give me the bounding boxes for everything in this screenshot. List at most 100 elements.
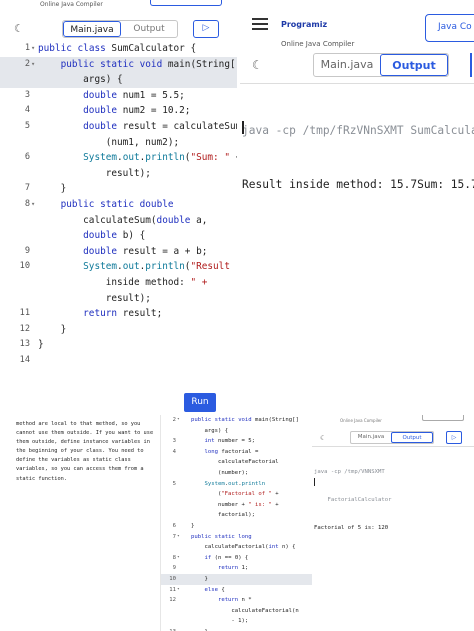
code-text[interactable]: return 1; (191, 563, 248, 574)
code-text[interactable]: factorial); (191, 510, 255, 521)
code-text[interactable]: } (191, 521, 194, 532)
tab-output[interactable]: Output (380, 54, 448, 76)
code-line[interactable]: factorial); (161, 510, 312, 521)
code-line[interactable]: 7 } (0, 181, 237, 197)
run-button[interactable]: Run (184, 393, 216, 412)
code-text[interactable]: } (38, 322, 67, 338)
code-line[interactable]: 2▾ public static void main(String[] (0, 56, 237, 73)
theme-toggle-icon[interactable]: ☾ (320, 434, 326, 442)
code-line[interactable]: 5 double result = calculateSum (0, 119, 237, 135)
code-text[interactable]: double result = calculateSum (38, 119, 237, 135)
code-line[interactable]: 10 } (161, 573, 312, 585)
code-line[interactable]: 13 } (161, 627, 312, 631)
code-text[interactable]: double num1 = 5.5; (38, 88, 185, 104)
code-text[interactable]: args) { (191, 426, 228, 437)
code-line[interactable]: result); (0, 166, 237, 182)
code-text[interactable]: } (191, 574, 207, 585)
code-line[interactable]: 8 ▾ if (n == 0) { (161, 553, 312, 564)
code-line[interactable]: 8 ▾ public static double (0, 197, 237, 213)
code-text[interactable]: calculateFactorial(int n) { (191, 542, 295, 553)
hamburger-menu-icon[interactable] (252, 18, 268, 30)
code-line[interactable]: 4 long factorial = (161, 447, 312, 458)
code-text[interactable]: calculateFactorial(n (191, 606, 298, 617)
code-text[interactable]: result); (38, 166, 151, 182)
code-line[interactable]: 11 ▾ else { (161, 585, 312, 596)
code-line[interactable]: number + " is: " + (161, 500, 312, 511)
code-text[interactable]: calculateFactorial (191, 457, 279, 468)
code-line[interactable]: 6} (161, 521, 312, 532)
fold-arrow-icon[interactable]: ▾ (177, 415, 180, 426)
code-text[interactable]: } (38, 337, 44, 353)
fold-arrow-icon[interactable]: ▾ (177, 553, 180, 564)
code-text[interactable]: double b) { (38, 228, 145, 244)
code-line[interactable]: result); (0, 291, 237, 307)
code-line[interactable]: 7 ▾ public static long (161, 532, 312, 543)
code-line[interactable]: calculateFactorial (161, 457, 312, 468)
code-text[interactable]: } (191, 627, 207, 631)
code-line[interactable]: (number); (161, 468, 312, 479)
code-text[interactable]: calculateSum(double a, (38, 213, 207, 229)
code-line[interactable]: 13} (0, 337, 237, 353)
language-button[interactable]: Java Co (425, 14, 474, 42)
code-text[interactable]: } (38, 181, 67, 197)
code-line[interactable]: 9 return 1; (161, 563, 312, 574)
tab-main-java[interactable]: Main.java (314, 54, 380, 76)
code-line[interactable]: 2 ▾ public static void main(String[] (161, 415, 312, 426)
code-line[interactable]: 4 double num2 = 10.2; (0, 103, 237, 119)
code-line[interactable]: calculateFactorial(n (161, 606, 312, 617)
code-text[interactable]: - 1); (191, 616, 248, 627)
fold-arrow-icon[interactable]: ▾ (31, 41, 35, 57)
code-text[interactable]: args) { (38, 72, 123, 88)
code-text[interactable]: result); (38, 291, 151, 307)
code-text[interactable]: public static double (38, 197, 174, 213)
fold-arrow-icon[interactable]: ▾ (177, 532, 180, 543)
code-text[interactable]: return result; (38, 306, 162, 322)
code-text[interactable]: public class SumCalculator { (38, 41, 196, 57)
code-text[interactable]: if (n == 0) { (191, 553, 248, 564)
fold-arrow-icon[interactable]: ▾ (177, 585, 180, 596)
code-text[interactable]: double result = a + b; (38, 244, 207, 260)
code-line[interactable]: calculateFactorial(int n) { (161, 542, 312, 553)
code-text[interactable]: return n * (191, 595, 252, 606)
code-line[interactable]: 9 double result = a + b; (0, 244, 237, 260)
code-text[interactable]: (num1, num2); (38, 135, 179, 151)
code-text[interactable]: public static void main(String[] (38, 57, 237, 73)
code-text[interactable]: public static void main(String[] (191, 415, 299, 426)
code-text[interactable]: System.out.println (191, 479, 265, 490)
tab-output[interactable]: Output (391, 432, 433, 443)
code-line[interactable]: calculateSum(double a, (0, 213, 237, 229)
code-line[interactable]: double b) { (0, 228, 237, 244)
tab-main-java[interactable]: Main.java (63, 21, 121, 37)
code-line[interactable]: args) { (161, 426, 312, 437)
play-icon[interactable]: ▷ (446, 431, 462, 444)
code-text[interactable]: int number = 5; (191, 436, 255, 447)
code-text[interactable]: number + " is: " + (191, 500, 279, 511)
code-text[interactable]: System.out.println("Sum: " + (38, 150, 237, 166)
code-text[interactable]: else { (191, 585, 224, 596)
code-line[interactable]: 1 ▾ public class SumCalculator { (0, 41, 237, 57)
fold-arrow-icon[interactable]: ▾ (31, 57, 35, 73)
code-editor[interactable]: 2 ▾ public static void main(String[] args)… (161, 415, 312, 631)
code-line[interactable]: 6 System.out.println("Sum: " + (0, 150, 237, 166)
code-line[interactable]: 14 (0, 353, 237, 369)
code-text[interactable]: (number); (191, 468, 248, 479)
header-button-partial[interactable] (422, 415, 464, 421)
fold-arrow-icon[interactable]: ▾ (31, 197, 35, 213)
code-line[interactable]: inside method: " + (0, 275, 237, 291)
code-text[interactable]: ("Factorial of " + (191, 489, 279, 500)
code-line[interactable]: 11 return result; (0, 306, 237, 322)
code-line[interactable]: 10 System.out.println("Result (0, 259, 237, 275)
code-line[interactable]: - 1); (161, 616, 312, 627)
code-line[interactable]: 12 } (0, 322, 237, 338)
code-line[interactable]: 3 double num1 = 5.5; (0, 88, 237, 104)
code-text[interactable]: public static long (191, 532, 252, 543)
tab-main-java[interactable]: Main.java (351, 432, 391, 443)
code-line[interactable]: args) { (0, 72, 237, 88)
theme-toggle-icon[interactable]: ☾ (14, 22, 24, 35)
theme-toggle-icon[interactable]: ☾ (252, 58, 263, 72)
code-text[interactable]: inside method: " + (38, 275, 208, 291)
code-line[interactable]: 12 return n * (161, 595, 312, 606)
code-line[interactable]: ("Factorial of " + (161, 489, 312, 500)
header-button-partial[interactable] (150, 0, 222, 6)
tab-output[interactable]: Output (121, 21, 177, 37)
